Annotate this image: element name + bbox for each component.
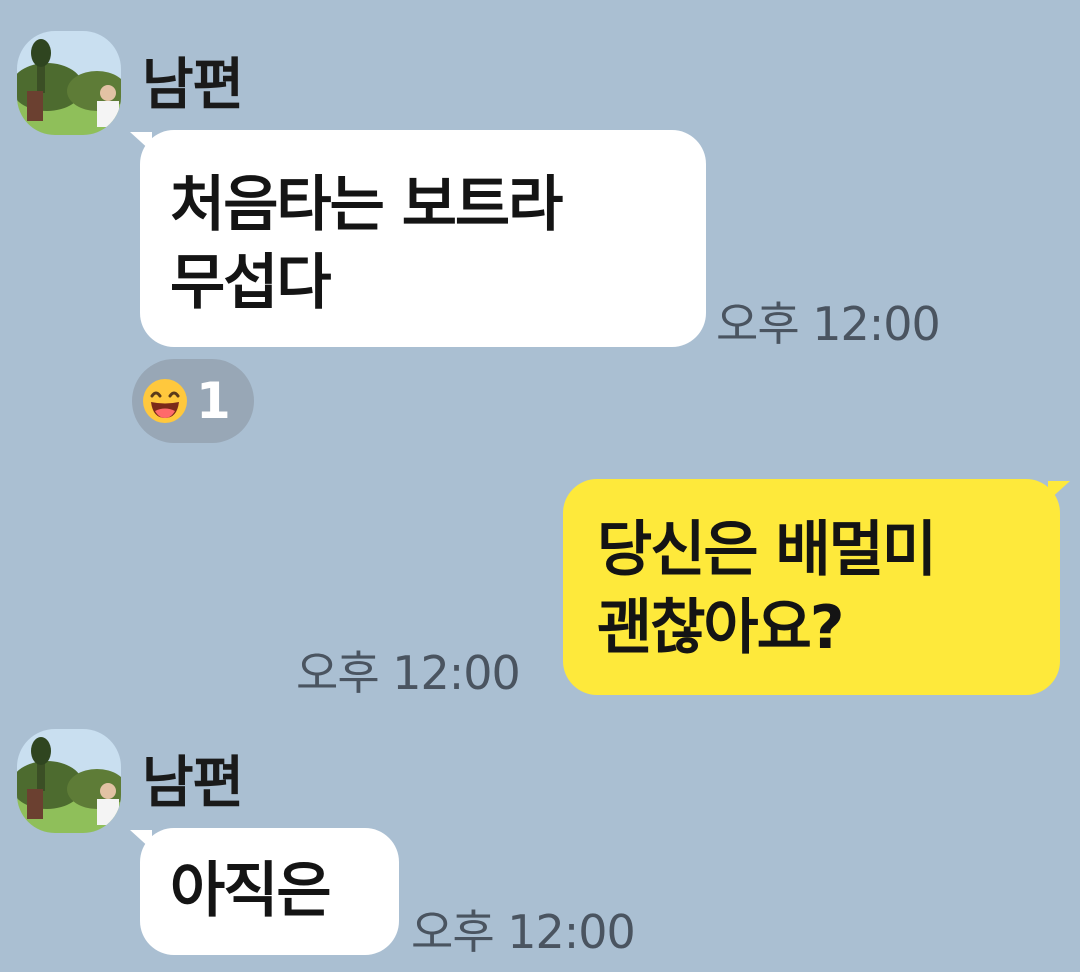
- message-bubble[interactable]: 처음타는 보트라 무섭다: [130, 130, 706, 347]
- bubble-tail: [1048, 481, 1070, 501]
- message-bubble[interactable]: 당신은 배멀미 괜찮아요?: [563, 479, 1070, 695]
- message-bubble[interactable]: 아직은: [130, 828, 399, 955]
- message-timestamp: 오후 12:00: [296, 646, 521, 700]
- message-text-line: 아직은: [170, 856, 332, 926]
- laughing-face-emoji-icon: [143, 379, 187, 423]
- bubble-tail: [130, 132, 152, 152]
- message-text-line: 무섭다: [170, 248, 332, 318]
- message-timestamp: 오후 12:00: [716, 297, 941, 351]
- message-text-line: 괜찮아요?: [597, 593, 845, 663]
- sender-name: 남편: [142, 53, 244, 118]
- bubble-tail: [130, 830, 152, 850]
- message-text-line: 처음타는 보트라: [170, 170, 563, 240]
- sender-avatar[interactable]: [17, 31, 121, 135]
- message-text-line: 당신은 배멀미: [597, 515, 937, 585]
- sender-avatar[interactable]: [17, 729, 121, 833]
- reaction-badge[interactable]: 1: [132, 359, 254, 443]
- message-timestamp: 오후 12:00: [411, 905, 636, 959]
- reaction-count: 1: [196, 372, 231, 430]
- sender-name: 남편: [142, 751, 244, 816]
